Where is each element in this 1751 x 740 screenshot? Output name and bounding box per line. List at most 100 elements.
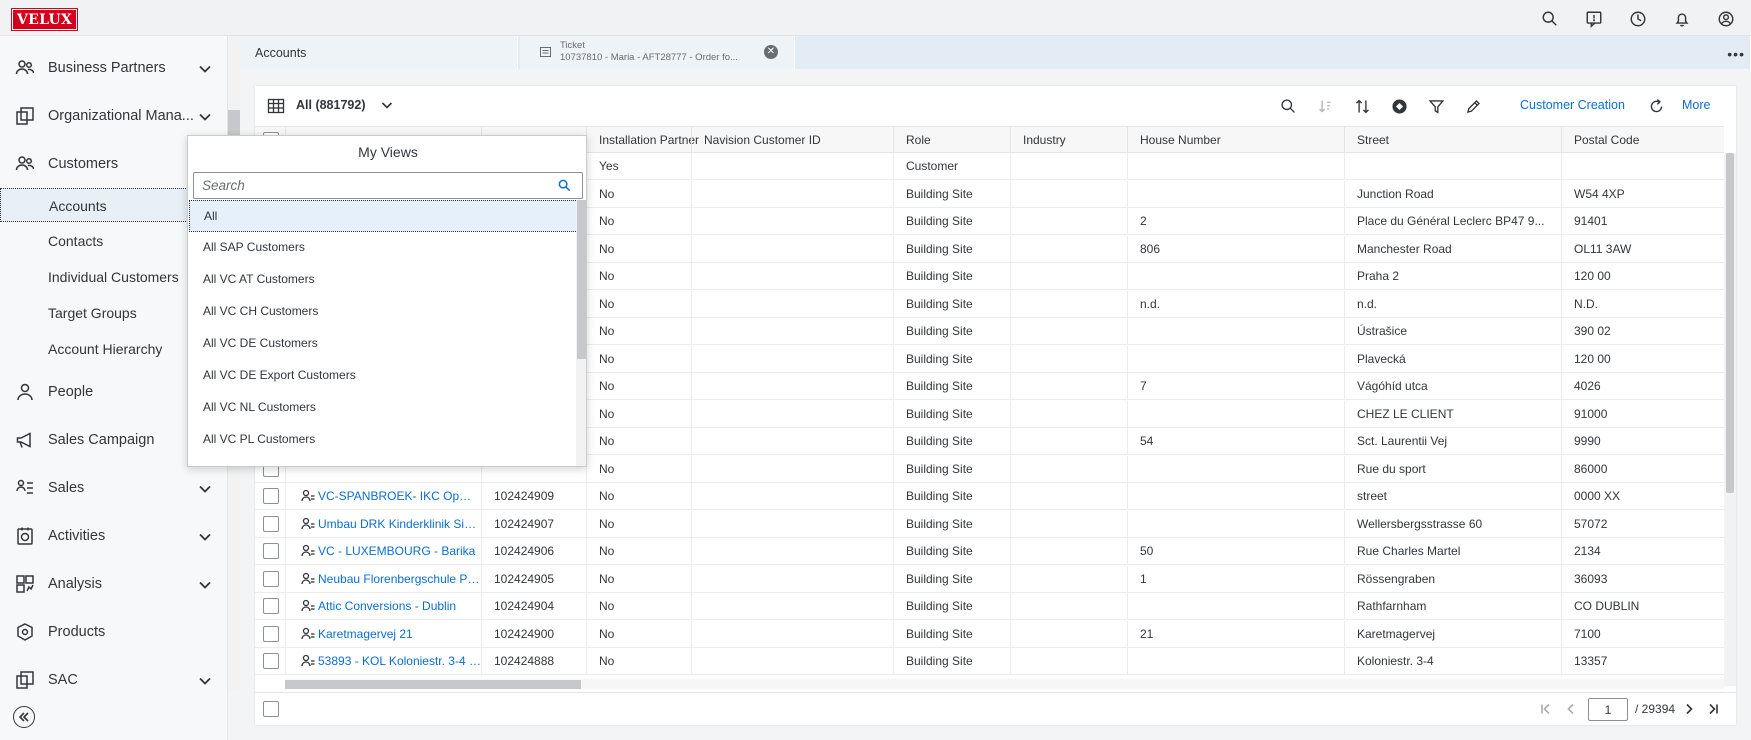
- next-page-icon[interactable]: [1681, 701, 1697, 717]
- cell-navision-customer-id: [691, 593, 893, 620]
- view-item-all-sap-customers[interactable]: All SAP Customers: [189, 232, 578, 264]
- customer-creation-button[interactable]: Customer Creation: [1520, 98, 1625, 112]
- collapse-sidebar-button[interactable]: [13, 706, 35, 728]
- search-icon[interactable]: [558, 179, 572, 193]
- sidebar-item-label: Activities: [48, 528, 106, 544]
- table-vertical-scroll-thumb[interactable]: [1726, 153, 1734, 493]
- view-item-all-vc-ch-customers[interactable]: All VC CH Customers: [189, 296, 578, 328]
- row-checkbox[interactable]: [263, 625, 279, 642]
- table-horizontal-scroll-thumb[interactable]: [285, 680, 581, 689]
- sidebar-item-sales[interactable]: Sales: [0, 470, 228, 506]
- double-chevron-left-icon: [18, 712, 29, 722]
- cell-navision-customer-id: [691, 455, 893, 483]
- cell-installation-partner: No: [586, 428, 691, 455]
- chevron-down-icon[interactable]: [198, 62, 212, 76]
- sidebar-subitem-label: Target Groups: [48, 305, 137, 321]
- user-icon[interactable]: [1715, 8, 1737, 30]
- cell-navision-customer-id: [691, 483, 893, 510]
- chevron-down-icon[interactable]: [198, 674, 212, 688]
- group-icon[interactable]: [1389, 96, 1409, 116]
- first-page-icon[interactable]: [1538, 701, 1554, 717]
- cell-postal-code: CO DUBLIN: [1561, 593, 1724, 620]
- search-icon[interactable]: [1278, 96, 1298, 116]
- cell-installation-partner: No: [586, 455, 691, 483]
- view-item-all-vc-at-customers[interactable]: All VC AT Customers: [189, 264, 578, 296]
- row-checkbox[interactable]: [263, 488, 279, 504]
- sidebar-item-activities[interactable]: Activities: [0, 518, 228, 554]
- view-selector[interactable]: All (881792): [296, 98, 365, 112]
- sidebar-item-business-partners[interactable]: Business Partners: [0, 50, 228, 86]
- feedback-icon[interactable]: [1583, 8, 1605, 30]
- sort-icon[interactable]: [1352, 96, 1372, 116]
- column-header-installation-partner[interactable]: Installation Partner: [586, 127, 699, 154]
- cell-industry: [1010, 428, 1127, 455]
- cell-postal-code: 91000: [1561, 400, 1724, 428]
- clock-icon[interactable]: [1627, 8, 1649, 30]
- cell-role: Building Site: [893, 318, 1010, 345]
- cell-postal-code: 4026: [1561, 373, 1724, 400]
- filter-icon[interactable]: [1426, 96, 1446, 116]
- column-header-postal-code[interactable]: Postal Code: [1561, 127, 1724, 154]
- row-checkbox[interactable]: [263, 515, 279, 532]
- column-header-street[interactable]: Street: [1344, 127, 1561, 154]
- cell-installation-partner: No: [586, 510, 691, 538]
- sidebar-item-organizational-management[interactable]: Organizational Mana...: [0, 98, 228, 134]
- velux-logo[interactable]: VELUX: [10, 8, 79, 31]
- sidebar-item-products[interactable]: Products: [0, 614, 228, 650]
- table-row[interactable]: 53893 - KOL Koloniestr. 3-4 B... 10242488…: [255, 648, 1724, 675]
- refresh-icon[interactable]: [1646, 96, 1666, 116]
- column-header-navision-customer-id[interactable]: Navision Customer ID: [691, 127, 893, 154]
- cell-street: n.d.: [1344, 290, 1561, 318]
- cell-postal-code: 57072: [1561, 510, 1724, 538]
- cell-installation-partner: No: [586, 235, 691, 263]
- last-page-icon[interactable]: [1705, 701, 1721, 717]
- table-row[interactable]: VC - LUXEMBOURG - Barika 102424906 No Build…: [255, 538, 1724, 565]
- cell-house-number: [1127, 455, 1344, 483]
- row-checkbox[interactable]: [263, 570, 279, 587]
- chevron-down-icon[interactable]: [198, 578, 212, 592]
- cell-account-id: 102424905: [481, 565, 586, 593]
- close-icon[interactable]: ✕: [764, 45, 778, 59]
- row-checkbox[interactable]: [263, 653, 279, 669]
- table-row[interactable]: Karetmagervej 21 102424900 No Building Site…: [255, 620, 1724, 648]
- sidebar-item-analysis[interactable]: Analysis: [0, 566, 228, 602]
- tab-bar-empty: [802, 36, 1751, 69]
- column-header-house-number[interactable]: House Number: [1127, 127, 1344, 154]
- edit-icon[interactable]: [1463, 96, 1483, 116]
- cell-installation-partner: No: [586, 290, 691, 318]
- table-row[interactable]: Umbau DRK Kinderklinik Siegen 102424907 No…: [255, 510, 1724, 538]
- footer-checkbox[interactable]: [263, 701, 279, 717]
- more-button[interactable]: More: [1682, 98, 1710, 112]
- cell-house-number: 21: [1127, 620, 1344, 648]
- chevron-down-icon[interactable]: [380, 98, 394, 112]
- sidebar-item-sac[interactable]: SAC: [0, 662, 228, 698]
- view-item-all-vc-pl-customers[interactable]: All VC PL Customers: [189, 424, 578, 456]
- row-checkbox[interactable]: [263, 543, 279, 559]
- view-item-all-vc-nl-customers[interactable]: All VC NL Customers: [189, 392, 578, 424]
- view-item-all[interactable]: All: [189, 200, 578, 232]
- overflow-icon[interactable]: •••: [1727, 46, 1745, 62]
- views-list-scroll-thumb[interactable]: [577, 200, 586, 359]
- search-icon[interactable]: [1539, 8, 1561, 30]
- cell-account-id: 102424909: [481, 483, 586, 510]
- page-number-input[interactable]: [1588, 698, 1628, 721]
- chevron-down-icon[interactable]: [198, 482, 212, 496]
- view-item-all-vc-de-export-customers[interactable]: All VC DE Export Customers: [189, 360, 578, 392]
- column-header-role[interactable]: Role: [893, 127, 1010, 154]
- table-view-icon[interactable]: [267, 97, 285, 115]
- column-header-industry[interactable]: Industry: [1010, 127, 1127, 154]
- table-row[interactable]: VC-SPANBROEK- IKC Opmeer... 102424909 No Bu…: [255, 483, 1724, 510]
- view-item-all-vc-de-customers[interactable]: All VC DE Customers: [189, 328, 578, 360]
- bell-icon[interactable]: [1671, 8, 1693, 30]
- row-checkbox[interactable]: [263, 598, 279, 614]
- cell-house-number: [1127, 345, 1344, 373]
- chevron-down-icon[interactable]: [198, 530, 212, 544]
- views-search-input[interactable]: [193, 172, 583, 199]
- tab-ticket[interactable]: Ticket 10737810 - Maria - AFT28777 - Ord…: [520, 36, 795, 69]
- chevron-down-icon[interactable]: [198, 110, 212, 124]
- table-row[interactable]: Attic Conversions - Dublin 102424904 No Bui…: [255, 593, 1724, 620]
- cell-house-number: 54: [1127, 428, 1344, 455]
- previous-page-icon[interactable]: [1563, 701, 1579, 717]
- table-row[interactable]: Neubau Florenbergschule Pilg... 102424905…: [255, 565, 1724, 593]
- tab-accounts[interactable]: Accounts: [240, 36, 518, 69]
